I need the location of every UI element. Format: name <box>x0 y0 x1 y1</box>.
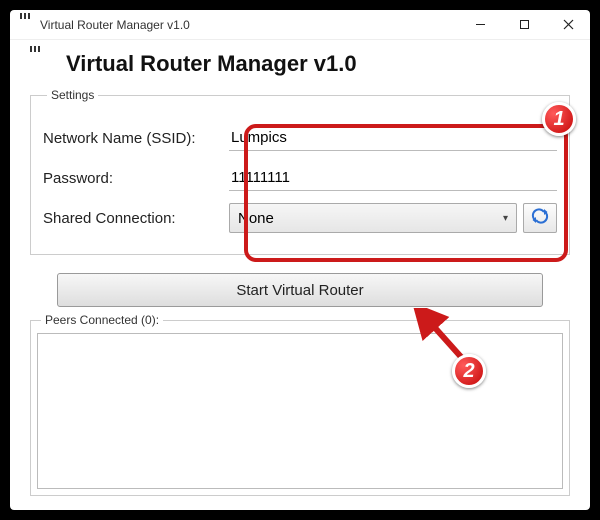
chevron-down-icon: ▾ <box>503 213 508 224</box>
app-header: Virtual Router Manager v1.0 <box>10 40 590 86</box>
minimize-button[interactable] <box>458 10 502 39</box>
content-area: Settings Network Name (SSID): Password: … <box>10 86 590 510</box>
row-ssid: Network Name (SSID): <box>43 120 557 156</box>
close-button[interactable] <box>546 10 590 39</box>
settings-group: Settings Network Name (SSID): Password: … <box>30 88 570 255</box>
peers-legend: Peers Connected (0): <box>41 313 163 327</box>
settings-legend: Settings <box>47 88 98 102</box>
app-window: Virtual Router Manager v1.0 Virtual Rout… <box>10 10 590 510</box>
shared-connection-value: None <box>238 210 274 227</box>
ssid-label: Network Name (SSID): <box>43 130 229 147</box>
row-password: Password: <box>43 160 557 196</box>
shared-connection-label: Shared Connection: <box>43 210 229 227</box>
password-label: Password: <box>43 170 229 187</box>
app-title: Virtual Router Manager v1.0 <box>66 51 357 77</box>
maximize-button[interactable] <box>502 10 546 39</box>
titlebar: Virtual Router Manager v1.0 <box>10 10 590 40</box>
start-virtual-router-button[interactable]: Start Virtual Router <box>57 273 543 307</box>
ssid-input[interactable] <box>229 125 557 151</box>
app-icon <box>18 17 34 33</box>
refresh-button[interactable] <box>523 203 557 233</box>
app-logo-icon <box>28 50 56 78</box>
row-shared-connection: Shared Connection: None ▾ <box>43 200 557 236</box>
shared-connection-select[interactable]: None ▾ <box>229 203 517 233</box>
peers-list[interactable] <box>37 333 563 489</box>
password-input[interactable] <box>229 165 557 191</box>
peers-group: Peers Connected (0): <box>30 313 570 496</box>
refresh-icon <box>531 208 549 228</box>
window-title: Virtual Router Manager v1.0 <box>40 18 458 32</box>
window-controls <box>458 10 590 39</box>
